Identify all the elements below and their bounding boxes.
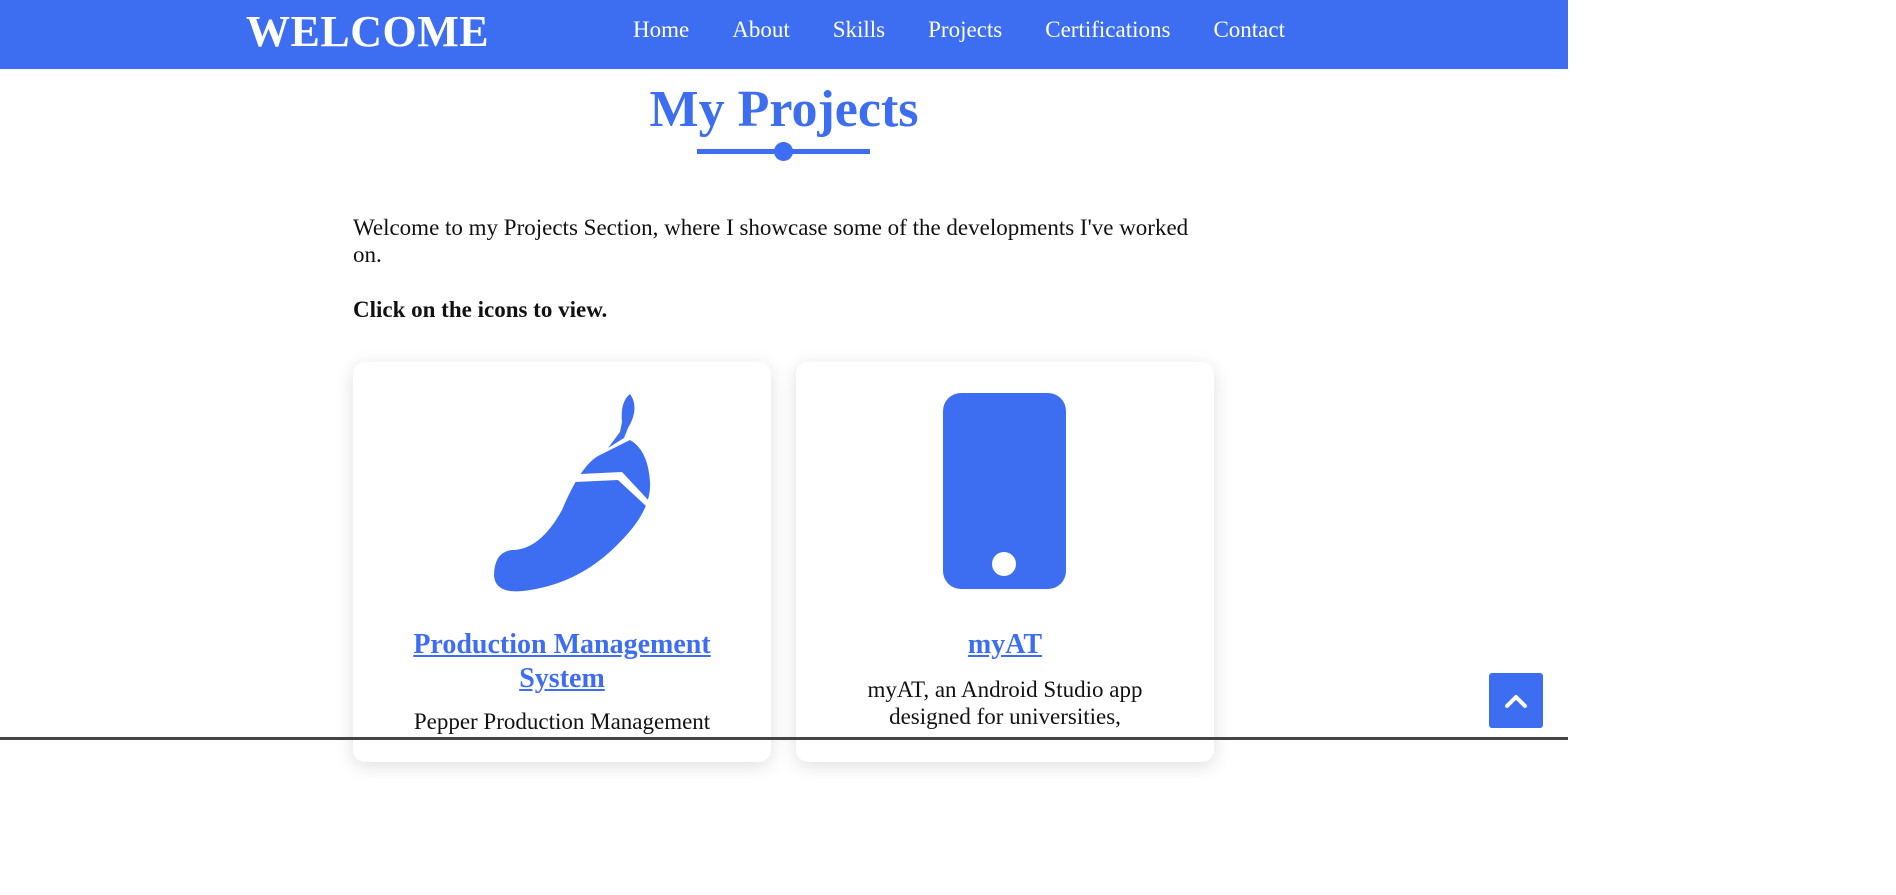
project-card: myAT myAT, an Android Studio app designe…: [796, 362, 1214, 762]
project-description: myAT, an Android Studio app designed for…: [867, 677, 1143, 729]
nav-link-home[interactable]: Home: [633, 17, 689, 43]
title-underline-dot: [774, 142, 793, 161]
intro-text: Welcome to my Projects Section, where I …: [353, 215, 1189, 267]
page-bottom-edge: [0, 737, 1568, 740]
nav-link-about[interactable]: About: [732, 17, 790, 43]
brand-title[interactable]: WELCOME: [246, 6, 489, 57]
nav-link-skills[interactable]: Skills: [833, 17, 885, 43]
instruction-text: Click on the icons to view.: [353, 297, 608, 322]
nav-link-certifications[interactable]: Certifications: [1045, 17, 1170, 43]
nav-link-projects[interactable]: Projects: [928, 17, 1002, 43]
nav-links: Home About Skills Projects Certification…: [633, 17, 1328, 43]
mobile-phone-icon[interactable]: [796, 392, 1214, 592]
section-title: My Projects: [649, 81, 919, 138]
project-card: Production Management System Pepper Prod…: [353, 362, 771, 762]
top-navbar: WELCOME Home About Skills Projects Certi…: [0, 0, 1568, 69]
nav-link-contact[interactable]: Contact: [1213, 17, 1285, 43]
scroll-to-top-button[interactable]: [1489, 673, 1543, 728]
project-title-link[interactable]: Production Management System: [373, 628, 751, 696]
pepper-icon[interactable]: [353, 392, 771, 592]
chevron-up-icon: [1505, 694, 1527, 708]
project-title-link[interactable]: myAT: [816, 628, 1194, 662]
project-description: Pepper Production Management: [413, 709, 711, 734]
